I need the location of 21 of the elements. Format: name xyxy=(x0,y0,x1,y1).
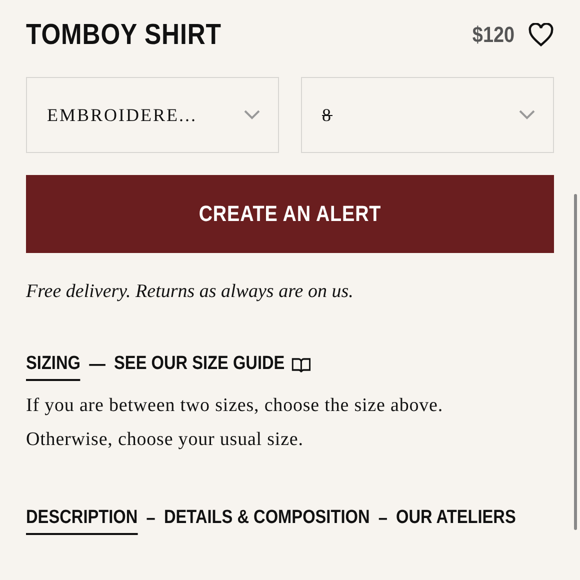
sizing-text: Otherwise, choose your usual size. xyxy=(26,428,304,452)
chevron-down-icon xyxy=(519,110,535,120)
scrollbar[interactable] xyxy=(574,194,577,530)
section-tab[interactable]: DESCRIPTION xyxy=(26,507,138,535)
sizing-text: If you are between two sizes, choose the size above. xyxy=(26,394,444,418)
separator-dash: — xyxy=(89,354,106,377)
section-tab[interactable]: SIZING xyxy=(26,353,80,381)
price: $120 xyxy=(472,22,515,48)
chevron-down-icon xyxy=(244,110,260,120)
section-tab[interactable]: OUR ATELIERS xyxy=(396,507,516,535)
select-dropdown[interactable]: EMBROIDERE... xyxy=(26,77,279,153)
separator-dash: – xyxy=(146,508,156,531)
section-tab[interactable]: SEE OUR SIZE GUIDE xyxy=(114,353,285,381)
create-alert-button[interactable]: CREATE AN ALERT xyxy=(26,175,554,253)
section-tab[interactable]: DETAILS & COMPOSITION xyxy=(164,507,370,535)
separator-dash: – xyxy=(378,508,388,531)
heart-icon[interactable] xyxy=(528,23,554,47)
delivery-note: Free delivery. Returns as always are on us. xyxy=(26,281,354,303)
book-icon[interactable] xyxy=(292,357,310,373)
product-title: TOMBOY SHIRT xyxy=(26,18,222,52)
select-dropdown[interactable]: 8 xyxy=(301,77,554,153)
